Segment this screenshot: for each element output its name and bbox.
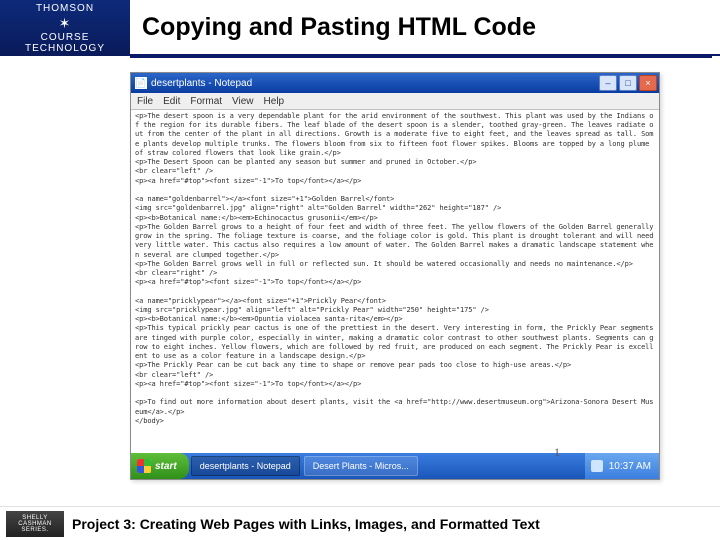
close-button[interactable]: × [639,75,657,91]
slide-title: Copying and Pasting HTML Code [130,0,720,54]
page-number: 1 [554,445,560,460]
start-button[interactable]: start [131,453,189,479]
menu-view[interactable]: View [232,96,254,107]
logo-top: THOMSON [0,3,130,14]
menu-help[interactable]: Help [264,96,285,107]
thomson-logo: THOMSON ✶ COURSE TECHNOLOGY [0,0,130,56]
start-label: start [155,461,177,472]
menu-edit[interactable]: Edit [163,96,180,107]
taskbar: start desertplants - Notepad Desert Plan… [131,453,659,479]
logo-bottom: COURSE TECHNOLOGY [0,32,130,54]
notepad-menubar: File Edit Format View Help [131,93,659,110]
minimize-button[interactable]: – [599,75,617,91]
notepad-window: 📄 desertplants - Notepad – □ × File Edit… [130,72,660,480]
tray-icon[interactable] [591,460,603,472]
menu-file[interactable]: File [137,96,153,107]
menu-format[interactable]: Format [190,96,222,107]
notepad-titlebar[interactable]: 📄 desertplants - Notepad – □ × [131,73,659,93]
logo-star-icon: ✶ [0,16,130,30]
windows-flag-icon [137,459,151,473]
title-underline [130,56,712,58]
system-tray[interactable]: 10:37 AM [585,453,659,479]
taskbar-task-notepad[interactable]: desertplants - Notepad [191,456,300,476]
maximize-button[interactable]: □ [619,75,637,91]
notepad-textarea[interactable]: <p>The desert spoon is a very dependable… [131,110,659,453]
notepad-title: desertplants - Notepad [151,78,252,89]
slide-header: THOMSON ✶ COURSE TECHNOLOGY Copying and … [0,0,720,56]
footer-text: Project 3: Creating Web Pages with Links… [64,516,720,532]
slide-footer: SHELLY CASHMAN SERIES. Project 3: Creati… [0,506,720,540]
clock: 10:37 AM [609,461,651,472]
taskbar-task-browser[interactable]: Desert Plants - Micros... [304,456,418,476]
shelly-cashman-logo: SHELLY CASHMAN SERIES. [6,511,64,537]
notepad-icon: 📄 [135,77,147,89]
